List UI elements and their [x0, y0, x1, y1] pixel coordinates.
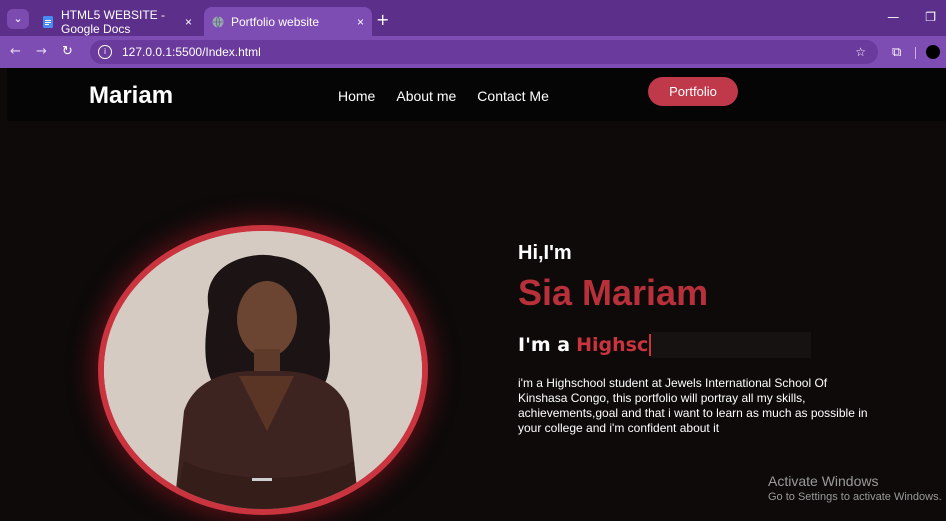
hero-name: Sia Mariam: [518, 272, 709, 313]
new-tab-button[interactable]: +: [376, 10, 389, 29]
watermark-title: Activate Windows: [768, 473, 879, 489]
site-logo[interactable]: Mariam: [89, 82, 173, 110]
url-text: 127.0.0.1:5500/Index.html: [122, 45, 261, 59]
url-field[interactable]: i 127.0.0.1:5500/Index.html ☆: [90, 40, 878, 64]
nav-link-home[interactable]: Home: [338, 88, 375, 104]
reload-icon[interactable]: ↻: [62, 44, 73, 59]
back-arrow-icon[interactable]: ←: [10, 44, 21, 59]
nav-link-about[interactable]: About me: [396, 88, 456, 104]
typing-prefix: I'm a: [518, 334, 571, 356]
tab-portfolio[interactable]: Portfolio website ×: [204, 7, 372, 36]
forward-arrow-icon[interactable]: →: [36, 44, 47, 59]
profile-photo: [98, 225, 428, 515]
restore-button[interactable]: ❐: [925, 10, 936, 24]
hero-greeting: Hi,I'm: [518, 242, 572, 264]
bookmark-star-icon[interactable]: ☆: [855, 45, 866, 59]
tab-close-button[interactable]: ×: [185, 15, 192, 29]
hero-bio: i'm a Highschool student at Jewels Inter…: [518, 376, 868, 435]
typing-line: I'm a Highsc: [518, 332, 812, 358]
watermark-subtitle: Go to Settings to activate Windows.: [768, 491, 942, 503]
portrait-image: [104, 231, 422, 509]
tab-close-button[interactable]: ×: [357, 15, 364, 29]
site-info-icon[interactable]: i: [98, 45, 112, 59]
portfolio-button[interactable]: Portfolio: [648, 77, 738, 106]
portfolio-page: Mariam Home About me Contact Me Portfoli…: [7, 68, 946, 521]
extensions-icon[interactable]: ⧉: [892, 45, 901, 60]
tab-search-button[interactable]: ⌄: [7, 9, 29, 29]
nav-menu: Home About me Contact Me: [338, 88, 549, 104]
toolbar-divider: [915, 47, 916, 59]
nav-link-contact[interactable]: Contact Me: [477, 88, 549, 104]
site-navbar: Mariam Home About me Contact Me Portfoli…: [7, 68, 946, 121]
tab-title: HTML5 WEBSITE - Google Docs: [61, 7, 166, 36]
tab-title: Portfolio website: [231, 14, 320, 29]
globe-icon: [212, 15, 224, 28]
tab-google-docs[interactable]: HTML5 WEBSITE - Google Docs ×: [34, 7, 200, 36]
activate-windows-watermark: Activate Windows Go to Settings to activ…: [768, 473, 942, 503]
window-controls: — ❐: [887, 10, 936, 24]
typing-area: [651, 332, 812, 358]
profile-avatar[interactable]: [926, 45, 940, 59]
minimize-button[interactable]: —: [887, 10, 899, 24]
google-docs-icon: [43, 15, 53, 28]
browser-tab-bar: ⌄ HTML5 WEBSITE - Google Docs × Portfoli…: [0, 0, 946, 36]
typing-text: Highsc: [576, 334, 652, 356]
address-bar: ← → ↻ i 127.0.0.1:5500/Index.html ☆ ⧉: [0, 36, 946, 68]
